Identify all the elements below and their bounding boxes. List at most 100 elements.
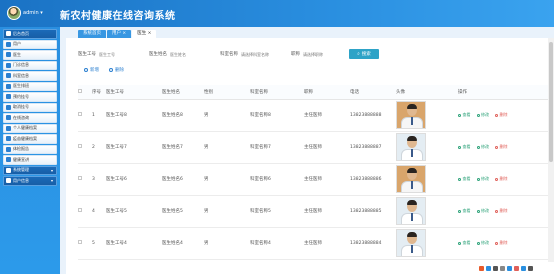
table-row: 2 医生工号7 医生姓名7 男科室名称7 主任医师 13823888887 查看 修改 删除 xyxy=(78,131,548,164)
cell-phone: 13823888884 xyxy=(350,227,396,260)
select-all-checkbox[interactable] xyxy=(78,88,82,93)
delete-icon xyxy=(495,177,498,181)
cell-title: 主任医师 xyxy=(304,131,350,164)
keyboard-icon[interactable] xyxy=(507,265,512,271)
row-checkbox[interactable] xyxy=(78,240,82,244)
column-header: 头像 xyxy=(396,85,458,100)
sidebar-item[interactable]: 用户 xyxy=(3,39,57,49)
vertical-scrollbar[interactable] xyxy=(548,38,554,274)
delete-button[interactable]: 删除 xyxy=(495,176,508,182)
add-button[interactable]: 新增 xyxy=(84,67,99,73)
grid-icon[interactable] xyxy=(521,265,526,271)
menu-item-icon xyxy=(6,41,11,47)
input-method-icon[interactable] xyxy=(486,265,491,271)
delete-button[interactable]: 删除 xyxy=(495,144,508,150)
sidebar-item[interactable]: 取消挂号 xyxy=(3,102,57,112)
menu-item-icon xyxy=(6,157,11,163)
menu-item-icon xyxy=(6,94,11,100)
sidebar-item-label: 医生 xyxy=(13,51,21,57)
delete-button[interactable]: 删除 xyxy=(495,208,508,214)
view-icon xyxy=(458,209,461,213)
delete-icon xyxy=(495,209,498,213)
tab[interactable]: 系统首页 xyxy=(78,30,106,38)
row-checkbox[interactable] xyxy=(78,176,82,180)
edit-button[interactable]: 修改 xyxy=(476,112,489,118)
menu-item-icon xyxy=(6,73,11,79)
scrollbar-thumb[interactable] xyxy=(549,42,553,162)
sidebar-item[interactable]: 在线咨询 xyxy=(3,113,57,123)
row-checkbox[interactable] xyxy=(78,112,82,116)
shirt-icon[interactable] xyxy=(514,265,519,271)
table-row: 4 医生工号5 医生姓名5 男科室名称5 主任医师 13823888885 查看 修改 删除 xyxy=(78,195,548,228)
mic-icon[interactable] xyxy=(500,265,505,271)
cell-id: 医生工号5 xyxy=(106,195,162,228)
view-button[interactable]: 查看 xyxy=(458,176,471,182)
view-button[interactable]: 查看 xyxy=(458,240,471,246)
sidebar-item[interactable]: 医生排班 xyxy=(3,81,57,91)
column-header: 职称 xyxy=(304,85,350,100)
sidebar-item[interactable]: 医生 xyxy=(3,50,57,60)
row-checkbox[interactable] xyxy=(78,144,82,148)
table-row: 5 医生工号4 医生姓名4 男科室名称4 主任医师 13823888884 查看 修改 删除 xyxy=(78,227,548,260)
cell-ops: 查看 修改 删除 xyxy=(458,195,548,228)
cell-photo xyxy=(396,99,458,132)
cell-gender: 男 xyxy=(204,227,250,260)
doctor-name-input[interactable] xyxy=(170,50,212,58)
menu-icon[interactable] xyxy=(528,265,533,271)
edit-icon xyxy=(476,177,480,181)
title-select[interactable] xyxy=(303,50,339,58)
column-header: 科室名称 xyxy=(250,85,304,100)
edit-button[interactable]: 修改 xyxy=(476,144,489,150)
edit-button[interactable]: 修改 xyxy=(476,240,489,246)
row-checkbox[interactable] xyxy=(78,208,82,212)
edit-icon xyxy=(476,241,480,245)
sidebar-item[interactable]: 科室信息 xyxy=(3,71,57,81)
cell-gender: 男 xyxy=(204,163,250,196)
sidebar-item[interactable]: 系统管理 ▾ xyxy=(3,165,57,175)
search-button[interactable]: ⌕ 搜索 xyxy=(349,49,379,59)
edit-icon xyxy=(476,145,480,149)
tab[interactable]: 用户 × xyxy=(107,30,132,38)
sidebar-item[interactable]: 体检报告 xyxy=(3,144,57,154)
tab[interactable]: 医生 × xyxy=(132,30,157,38)
sidebar-item[interactable]: 门诊信息 xyxy=(3,60,57,70)
op-label: 查看 xyxy=(462,112,471,117)
cell-title: 主任医师 xyxy=(304,163,350,196)
delete-icon xyxy=(109,68,113,72)
moon-icon[interactable] xyxy=(493,265,498,271)
select-all-cell xyxy=(78,85,92,100)
cell-name: 医生姓名4 xyxy=(162,227,204,260)
view-button[interactable]: 查看 xyxy=(458,112,471,118)
view-icon xyxy=(458,241,461,245)
delete-button[interactable]: 删除 xyxy=(495,240,508,246)
menu-item-icon xyxy=(6,31,11,37)
edit-button[interactable]: 修改 xyxy=(476,176,489,182)
doctor-id-input[interactable] xyxy=(99,50,141,58)
sidebar-item-label: 后台首页 xyxy=(13,30,29,36)
delete-label: 删除 xyxy=(115,68,124,73)
sidebar-item[interactable]: 后台首页 xyxy=(3,29,57,39)
row-select-cell xyxy=(78,227,92,260)
avatar[interactable] xyxy=(7,6,21,20)
app-icon[interactable] xyxy=(479,265,484,271)
column-header: 操作 xyxy=(458,85,548,100)
row-select-cell xyxy=(78,163,92,196)
sidebar-item[interactable]: 预约挂号 xyxy=(3,92,57,102)
chevron-down-icon: ▾ xyxy=(50,178,53,184)
table-row: 1 医生工号8 医生姓名8 男科室名称8 主任医师 13823888888 查看 修改 删除 xyxy=(78,99,548,132)
table-row: 3 医生工号6 医生姓名6 男科室名称6 主任医师 13823888886 查看 修改 删除 xyxy=(78,163,548,196)
sidebar-item[interactable]: 健康宣讲 xyxy=(3,155,57,165)
batch-delete-button[interactable]: 删除 xyxy=(109,67,124,73)
sidebar-item[interactable]: 用户信息 ▾ xyxy=(3,176,57,186)
delete-button[interactable]: 删除 xyxy=(495,112,508,118)
dept-select[interactable] xyxy=(241,50,283,58)
admin-user-menu[interactable]: admin ▾ xyxy=(23,10,43,16)
sidebar-item-label: 用户 xyxy=(13,41,21,47)
view-button[interactable]: 查看 xyxy=(458,144,471,150)
cell-dept: 科室名称4 xyxy=(250,227,304,260)
view-button[interactable]: 查看 xyxy=(458,208,471,214)
sidebar-item[interactable]: 个人健康档案 xyxy=(3,123,57,133)
sidebar-item[interactable]: 疫苗健康档案 xyxy=(3,134,57,144)
cell-photo xyxy=(396,131,458,164)
edit-button[interactable]: 修改 xyxy=(476,208,489,214)
